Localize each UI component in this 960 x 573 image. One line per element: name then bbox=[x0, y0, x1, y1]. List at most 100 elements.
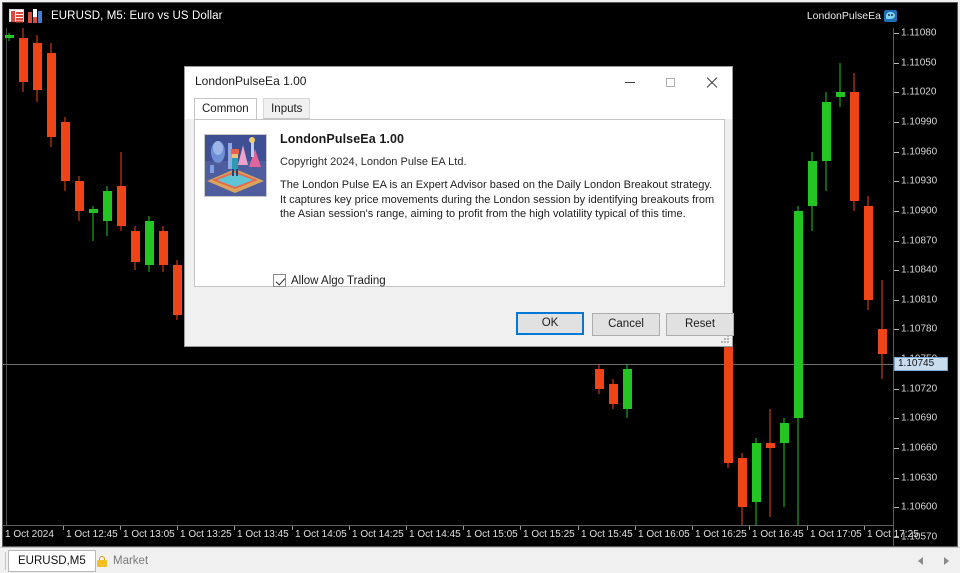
ok-button[interactable]: OK bbox=[516, 312, 584, 335]
tab-common[interactable]: Common bbox=[194, 98, 257, 119]
time-tick bbox=[635, 526, 636, 530]
candlestick bbox=[723, 334, 733, 468]
smiley-face-icon[interactable] bbox=[884, 10, 897, 22]
bottom-tab-market-label: Market bbox=[113, 554, 149, 567]
candle-body bbox=[172, 265, 182, 315]
scroll-right-arrow[interactable] bbox=[940, 553, 952, 567]
price-tick bbox=[894, 151, 899, 153]
lock-icon bbox=[97, 555, 107, 567]
candle-body bbox=[74, 181, 84, 211]
plot-left-border bbox=[6, 28, 7, 546]
reset-button[interactable]: Reset bbox=[666, 313, 734, 336]
candlestick bbox=[88, 205, 98, 241]
price-tick bbox=[894, 507, 899, 509]
candle-body bbox=[863, 205, 873, 300]
time-tick bbox=[292, 526, 293, 530]
dialog-tabstrip: Common Inputs bbox=[185, 98, 732, 119]
candlestick bbox=[594, 364, 604, 394]
price-axis-label: 1.10660 bbox=[901, 442, 938, 454]
candlestick bbox=[74, 176, 84, 221]
candlestick bbox=[849, 72, 859, 211]
price-axis-label: 1.10930 bbox=[901, 175, 938, 187]
price-tick bbox=[894, 477, 899, 479]
price-axis-label: 1.10600 bbox=[901, 501, 938, 513]
candlestick bbox=[144, 215, 154, 273]
time-tick bbox=[406, 526, 407, 530]
candle-body bbox=[594, 368, 604, 389]
candle-body bbox=[608, 383, 618, 404]
candle-body bbox=[821, 102, 831, 162]
close-icon bbox=[706, 77, 718, 89]
time-tick bbox=[177, 526, 178, 530]
candle-body bbox=[130, 230, 140, 263]
candle-body bbox=[877, 329, 887, 355]
close-button[interactable] bbox=[691, 67, 732, 98]
time-axis-label: 1 Oct 2024 bbox=[5, 529, 54, 540]
candlestick bbox=[102, 186, 112, 236]
time-axis-label: 1 Oct 14:45 bbox=[409, 529, 461, 540]
checkbox-mark-icon bbox=[273, 274, 286, 287]
price-axis-label: 1.10720 bbox=[901, 383, 938, 395]
price-tick bbox=[894, 448, 899, 450]
time-tick bbox=[120, 526, 121, 530]
price-axis[interactable]: 1.11080 1.11050 1.11020 1.10990 1.10960 1.109… bbox=[893, 28, 957, 546]
time-tick bbox=[520, 526, 521, 530]
candle-body bbox=[18, 37, 28, 83]
minimize-button[interactable] bbox=[609, 67, 650, 98]
ea-copyright: Copyright 2024, London Pulse EA Ltd. bbox=[280, 156, 467, 168]
price-tick bbox=[894, 299, 899, 301]
allow-algo-trading-label: Allow Algo Trading bbox=[291, 274, 386, 287]
time-axis-label: 1 Oct 14:05 bbox=[295, 529, 347, 540]
bottom-tab-eurusd-m5[interactable]: EURUSD,M5 bbox=[8, 550, 96, 572]
price-axis-label: 1.11080 bbox=[901, 27, 937, 39]
candlestick bbox=[807, 151, 817, 231]
time-axis[interactable]: 1 Oct 2024 1 Oct 12:45 1 Oct 13:05 1 Oct 13… bbox=[3, 525, 919, 546]
candlestick bbox=[877, 280, 887, 379]
dialog-titlebar[interactable]: LondonPulseEa 1.00 bbox=[185, 67, 732, 98]
price-axis-label: 1.10840 bbox=[901, 264, 938, 276]
maximize-button[interactable] bbox=[650, 67, 691, 98]
time-axis-label: 1 Oct 15:05 bbox=[466, 529, 518, 540]
dialog-common-panel: LondonPulseEa 1.00 Copyright 2024, Londo… bbox=[194, 119, 725, 287]
time-axis-label: 1 Oct 16:45 bbox=[752, 529, 804, 540]
ea-thumbnail-image bbox=[204, 134, 267, 197]
candlestick bbox=[779, 418, 789, 508]
candle-body bbox=[46, 52, 56, 137]
time-axis-label: 1 Oct 13:05 bbox=[123, 529, 175, 540]
mt5-application-window: EURUSD, M5: Euro vs US Dollar LondonPuls… bbox=[0, 0, 960, 573]
candlestick bbox=[835, 62, 845, 108]
price-tick bbox=[894, 121, 899, 123]
candlestick bbox=[172, 260, 182, 320]
bottom-tab-market[interactable]: Market bbox=[88, 550, 157, 572]
ea-properties-dialog: LondonPulseEa 1.00 Common Inputs LondonP… bbox=[184, 66, 734, 347]
time-tick bbox=[349, 526, 350, 530]
time-tick bbox=[463, 526, 464, 530]
price-axis-label: 1.11050 bbox=[901, 57, 937, 69]
bottom-tabbar: EURUSD,M5 Market bbox=[0, 547, 960, 573]
resize-grip[interactable] bbox=[720, 334, 730, 344]
tabbar-divider bbox=[5, 552, 6, 570]
price-tick bbox=[894, 210, 899, 212]
candlestick bbox=[608, 378, 618, 409]
dialog-title: LondonPulseEa 1.00 bbox=[195, 74, 307, 88]
price-tick bbox=[894, 270, 899, 272]
candlestick bbox=[4, 33, 14, 41]
candle-body bbox=[102, 191, 112, 221]
time-axis-label: 1 Oct 17:05 bbox=[810, 529, 862, 540]
tab-inputs[interactable]: Inputs bbox=[263, 98, 311, 119]
candle-body bbox=[807, 161, 817, 206]
candle-body bbox=[849, 92, 859, 201]
price-axis-label: 1.10630 bbox=[901, 472, 938, 484]
candlestick bbox=[765, 408, 775, 518]
bottom-tab-eurusd-m5-label: EURUSD,M5 bbox=[18, 554, 86, 567]
time-tick bbox=[749, 526, 750, 530]
price-tick bbox=[894, 92, 899, 94]
grid-icon bbox=[9, 9, 24, 22]
time-tick bbox=[692, 526, 693, 530]
cancel-button[interactable]: Cancel bbox=[592, 313, 660, 336]
candle-body bbox=[723, 339, 733, 463]
scroll-left-arrow[interactable] bbox=[914, 553, 926, 567]
price-tick bbox=[894, 329, 899, 331]
allow-algo-trading-checkbox[interactable]: Allow Algo Trading bbox=[273, 274, 386, 287]
candle-body bbox=[158, 230, 168, 266]
